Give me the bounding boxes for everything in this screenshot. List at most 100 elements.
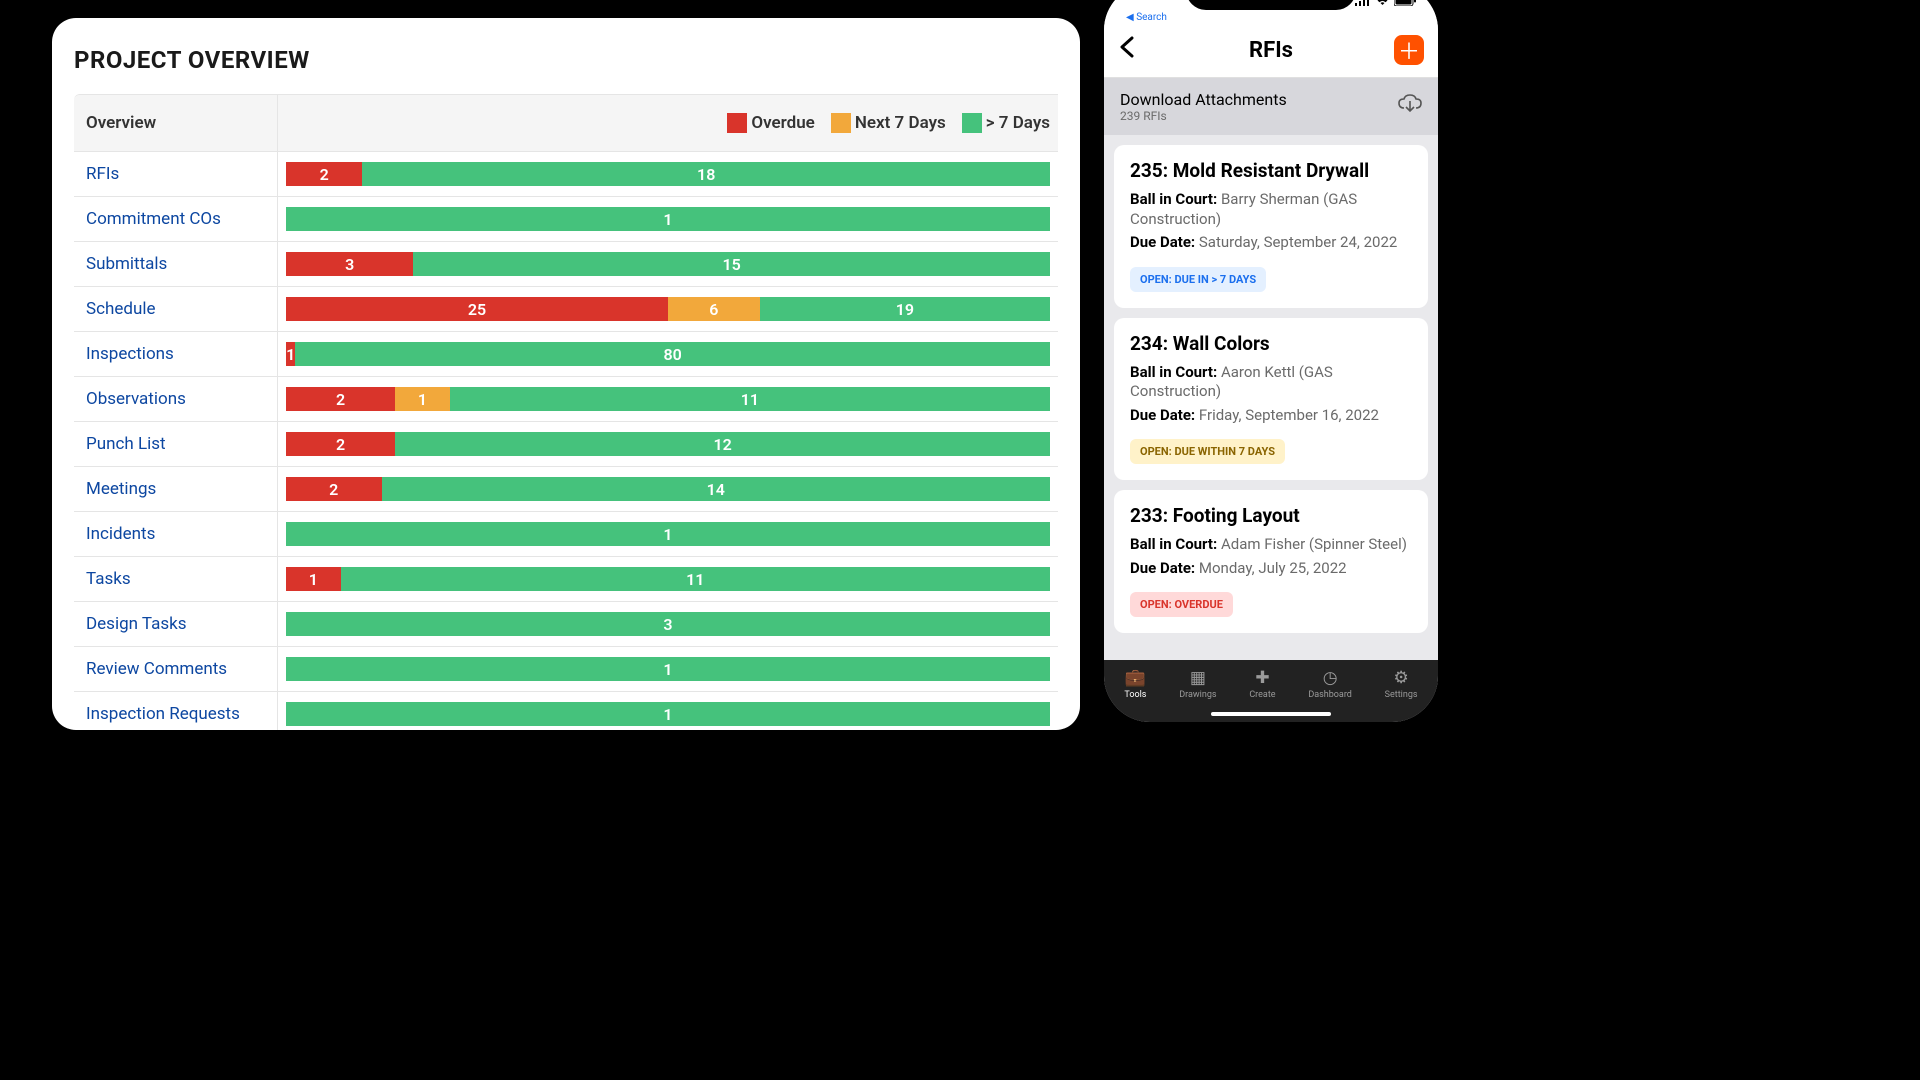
tools-icon: 💼 (1125, 668, 1146, 688)
tab-settings[interactable]: ⚙Settings (1385, 668, 1418, 700)
overview-column-header: Overview (74, 95, 278, 151)
dashboard-icon: ◷ (1323, 668, 1338, 688)
bar-cell: 2111 (278, 377, 1058, 421)
bar-segment-overdue: 2 (286, 477, 382, 501)
bar-cell: 111 (278, 557, 1058, 601)
table-row: Tasks 111 (74, 557, 1058, 602)
phone-screen: 1:18 ◀ Search RFIs ＋ (1104, 0, 1438, 722)
bar-cell: 1 (278, 647, 1058, 691)
row-label[interactable]: Punch List (74, 422, 278, 466)
status-icons (1355, 0, 1416, 10)
project-overview-panel: PROJECT OVERVIEW Overview OverdueNext 7 … (52, 18, 1080, 730)
bar-segment-later: 3 (286, 612, 1050, 636)
bar-cell: 25619 (278, 287, 1058, 331)
card-due-date: Due Date: Friday, September 16, 2022 (1130, 406, 1412, 426)
rfi-card[interactable]: 234: Wall Colors Ball in Court: Aaron Ke… (1114, 318, 1428, 481)
table-row: Review Comments 1 (74, 647, 1058, 692)
breadcrumb-back[interactable]: ◀ Search (1104, 10, 1438, 27)
battery-icon (1394, 0, 1416, 10)
legend-label: Overdue (751, 113, 814, 133)
row-label[interactable]: Review Comments (74, 647, 278, 691)
create-icon: ✚ (1255, 668, 1269, 688)
rfi-card[interactable]: 235: Mold Resistant Drywall Ball in Cour… (1114, 145, 1428, 308)
phone-body[interactable]: Download Attachments 239 RFIs 235: Mold … (1104, 78, 1438, 660)
download-subtitle: 239 RFIs (1120, 109, 1287, 123)
bar-cell: 214 (278, 467, 1058, 511)
row-label[interactable]: Inspection Requests (74, 692, 278, 730)
legend-swatch-green (962, 113, 982, 133)
bar-cell: 1 (278, 512, 1058, 556)
legend: OverdueNext 7 Days> 7 Days (278, 95, 1058, 151)
home-indicator (1211, 712, 1331, 716)
table-row: Commitment COs 1 (74, 197, 1058, 242)
download-title: Download Attachments (1120, 90, 1287, 109)
plus-icon: ＋ (1398, 34, 1420, 66)
tab-label: Settings (1385, 690, 1418, 700)
row-label[interactable]: RFIs (74, 152, 278, 196)
bar-segment-overdue: 25 (286, 297, 668, 321)
table-row: Observations 2111 (74, 377, 1058, 422)
status-badge: OPEN: OVERDUE (1130, 592, 1233, 617)
table-row: Submittals 315 (74, 242, 1058, 287)
bar-segment-later: 19 (760, 297, 1050, 321)
tab-dashboard[interactable]: ◷ Dashboard (1308, 668, 1352, 700)
row-label[interactable]: Tasks (74, 557, 278, 601)
bar-segment-later: 1 (286, 207, 1050, 231)
download-attachments-banner[interactable]: Download Attachments 239 RFIs (1104, 78, 1438, 135)
bar-segment-overdue: 2 (286, 387, 395, 411)
stacked-bar: 111 (286, 567, 1050, 591)
table-row: Design Tasks 3 (74, 602, 1058, 647)
table-row: Punch List 212 (74, 422, 1058, 467)
status-badge: OPEN: DUE WITHIN 7 DAYS (1130, 439, 1285, 464)
stacked-bar: 180 (286, 342, 1050, 366)
row-label[interactable]: Schedule (74, 287, 278, 331)
overview-table-body: RFIs 218 Commitment COs 1 Submittals 315… (74, 152, 1058, 730)
card-ball-in-court: Ball in Court: Adam Fisher (Spinner Stee… (1130, 535, 1412, 555)
table-row: Meetings 214 (74, 467, 1058, 512)
add-button[interactable]: ＋ (1394, 35, 1424, 65)
signal-icon (1355, 0, 1371, 10)
bar-segment-later: 15 (413, 252, 1050, 276)
row-label[interactable]: Observations (74, 377, 278, 421)
row-label[interactable]: Meetings (74, 467, 278, 511)
rfi-card[interactable]: 233: Footing Layout Ball in Court: Adam … (1114, 490, 1428, 633)
bar-segment-overdue: 2 (286, 162, 362, 186)
cloud-download-icon (1398, 94, 1422, 119)
wifi-icon (1375, 0, 1390, 10)
bar-segment-later: 12 (395, 432, 1050, 456)
tab-label: Dashboard (1308, 690, 1352, 700)
bar-segment-overdue: 1 (286, 342, 295, 366)
stacked-bar: 3 (286, 612, 1050, 636)
row-label[interactable]: Inspections (74, 332, 278, 376)
row-label[interactable]: Commitment COs (74, 197, 278, 241)
tab-label: Drawings (1179, 690, 1216, 700)
bar-segment-later: 80 (295, 342, 1050, 366)
back-button[interactable] (1118, 35, 1148, 65)
stacked-bar: 25619 (286, 297, 1050, 321)
bar-segment-next7: 1 (395, 387, 450, 411)
stacked-bar: 1 (286, 702, 1050, 726)
table-row: Inspection Requests 1 (74, 692, 1058, 730)
row-label[interactable]: Design Tasks (74, 602, 278, 646)
drawings-icon: ▦ (1190, 668, 1206, 688)
stacked-bar: 1 (286, 522, 1050, 546)
bar-segment-overdue: 1 (286, 567, 341, 591)
card-due-date: Due Date: Monday, July 25, 2022 (1130, 559, 1412, 579)
status-badge: OPEN: DUE IN > 7 DAYS (1130, 267, 1266, 292)
bar-cell: 315 (278, 242, 1058, 286)
card-due-date: Due Date: Saturday, September 24, 2022 (1130, 233, 1412, 253)
tab-drawings[interactable]: ▦ Drawings (1179, 668, 1216, 700)
tab-create[interactable]: ✚Create (1249, 668, 1275, 700)
table-row: Incidents 1 (74, 512, 1058, 557)
phone-device-frame: 1:18 ◀ Search RFIs ＋ (1092, 0, 1450, 734)
row-label[interactable]: Submittals (74, 242, 278, 286)
bar-cell: 212 (278, 422, 1058, 466)
row-label[interactable]: Incidents (74, 512, 278, 556)
stacked-bar: 212 (286, 432, 1050, 456)
bar-segment-overdue: 2 (286, 432, 395, 456)
bar-segment-later: 1 (286, 702, 1050, 726)
tab-tools[interactable]: 💼Tools (1124, 668, 1146, 700)
page-title: PROJECT OVERVIEW (74, 46, 1080, 74)
bar-segment-overdue: 3 (286, 252, 413, 276)
stacked-bar: 1 (286, 657, 1050, 681)
